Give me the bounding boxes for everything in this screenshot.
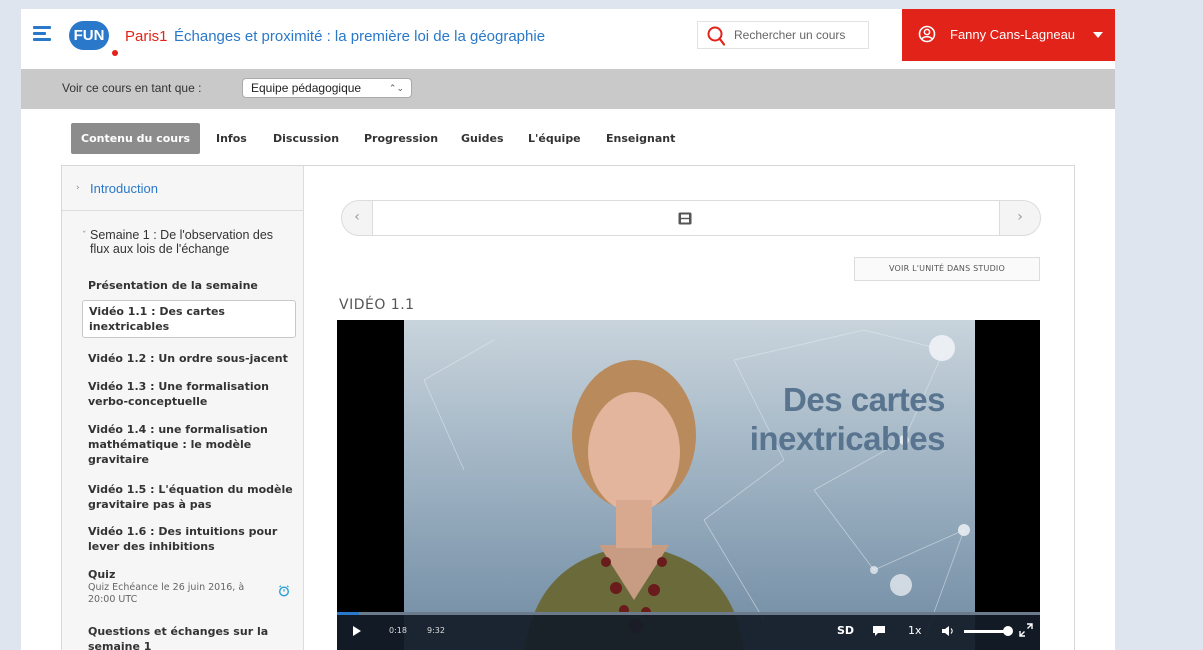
fun-logo[interactable]: FUN — [69, 21, 109, 50]
page: FUN Paris1 Échanges et proximité : la pr… — [21, 9, 1115, 650]
course-content-panel: › Introduction ˇ Semaine 1 : De l'observ… — [61, 165, 1075, 650]
course-navigation: › Introduction ˇ Semaine 1 : De l'observ… — [62, 166, 304, 650]
video-player[interactable]: Des cartes inextricables 0:18 9:32 SD 1x — [337, 320, 1040, 650]
video-progress-fill — [337, 612, 359, 615]
volume-icon[interactable] — [941, 625, 955, 637]
sidebar-item[interactable]: Vidéo 1.3 : Une formalisation verbo-conc… — [88, 379, 293, 409]
search-input[interactable]: Rechercher un cours — [697, 21, 869, 49]
sidebar-item[interactable]: Présentation de la semaine — [88, 278, 293, 293]
chevron-down-icon — [1093, 32, 1103, 38]
search-icon[interactable] — [707, 26, 725, 46]
sequence-next-button[interactable]: › — [999, 200, 1041, 236]
sidebar-item[interactable]: Vidéo 1.2 : Un ordre sous-jacent — [88, 351, 293, 366]
film-icon — [678, 212, 692, 225]
sequence-track — [373, 200, 999, 236]
view-in-studio-button[interactable]: VOIR L'UNITÉ DANS STUDIO — [854, 257, 1040, 281]
user-menu[interactable]: Fanny Cans-Lagneau — [902, 9, 1115, 61]
video-frame: Des cartes inextricables — [404, 320, 975, 650]
course-title: Échanges et proximité : la première loi … — [174, 28, 546, 45]
sidebar-item-active[interactable]: Vidéo 1.1 : Des cartes inextricables — [82, 300, 296, 338]
logo-dot — [112, 50, 118, 56]
speed-button[interactable]: 1x — [908, 624, 922, 637]
sequence-navigation: ‹ › — [341, 200, 1041, 236]
quiz-due-date: Quiz Echéance le 26 juin 2016, à 20:00 U… — [88, 582, 245, 605]
quiz-label: Quiz — [88, 568, 116, 581]
sidebar-item[interactable]: Vidéo 1.4 : une formalisation mathématiq… — [88, 422, 293, 467]
select-arrows-icon: ⌃⌄ — [388, 83, 404, 93]
view-as-label: Voir ce cours en tant que : — [62, 81, 202, 95]
alarm-clock-icon — [278, 585, 290, 597]
view-as-bar: Voir ce cours en tant que : Equipe pédag… — [21, 69, 1115, 109]
sidebar-section-label: Introduction — [90, 181, 158, 196]
fullscreen-icon[interactable] — [1019, 623, 1033, 637]
unit-content: ‹ › VOIR L'UNITÉ DANS STUDIO VIDÉO 1.1 D… — [305, 166, 1075, 650]
chevron-right-icon: › — [76, 183, 80, 193]
quality-button[interactable]: SD — [837, 624, 854, 637]
tab-course-content[interactable]: Contenu du cours — [71, 123, 201, 154]
sidebar-section-label: Semaine 1 : De l'observation des flux au… — [90, 228, 274, 256]
video-heading: VIDÉO 1.1 — [339, 297, 415, 313]
current-time: 0:18 — [389, 626, 407, 635]
video-controls: 0:18 9:32 SD 1x — [337, 612, 1040, 650]
user-name: Fanny Cans-Lagneau — [950, 27, 1076, 42]
sidebar-section-introduction[interactable]: › Introduction — [62, 166, 303, 211]
view-as-selected: Equipe pédagogique — [251, 81, 362, 95]
presenter-figure — [524, 360, 744, 650]
chevron-down-icon: ˇ — [82, 231, 87, 241]
captions-icon[interactable] — [872, 625, 886, 637]
view-as-select[interactable]: Equipe pédagogique ⌃⌄ — [242, 78, 412, 98]
tab-discussion[interactable]: Discussion — [273, 123, 339, 154]
menu-icon[interactable] — [33, 26, 51, 42]
tab-team[interactable]: L'équipe — [528, 123, 581, 154]
sidebar-item-quiz[interactable]: Quiz Quiz Echéance le 26 juin 2016, à 20… — [88, 567, 268, 606]
tab-infos[interactable]: Infos — [216, 123, 247, 154]
user-icon — [918, 25, 936, 43]
sequence-prev-button[interactable]: ‹ — [341, 200, 373, 236]
volume-handle[interactable] — [1003, 626, 1013, 636]
search-placeholder: Rechercher un cours — [734, 28, 846, 42]
header: FUN Paris1 Échanges et proximité : la pr… — [21, 9, 1115, 61]
sequence-unit-video[interactable] — [373, 201, 999, 235]
tab-guides[interactable]: Guides — [461, 123, 504, 154]
course-org: Paris1 — [125, 28, 168, 45]
tab-progression[interactable]: Progression — [364, 123, 438, 154]
sidebar-item[interactable]: Questions et échanges sur la semaine 1 — [88, 624, 293, 650]
video-progress-bar[interactable] — [337, 612, 1040, 615]
sidebar-item[interactable]: Vidéo 1.6 : Des intuitions pour lever de… — [88, 524, 293, 554]
total-time: 9:32 — [427, 626, 445, 635]
tab-instructor[interactable]: Enseignant — [606, 123, 675, 154]
sidebar-item[interactable]: Vidéo 1.5 : L'équation du modèle gravita… — [88, 482, 293, 512]
play-icon[interactable] — [353, 626, 361, 636]
